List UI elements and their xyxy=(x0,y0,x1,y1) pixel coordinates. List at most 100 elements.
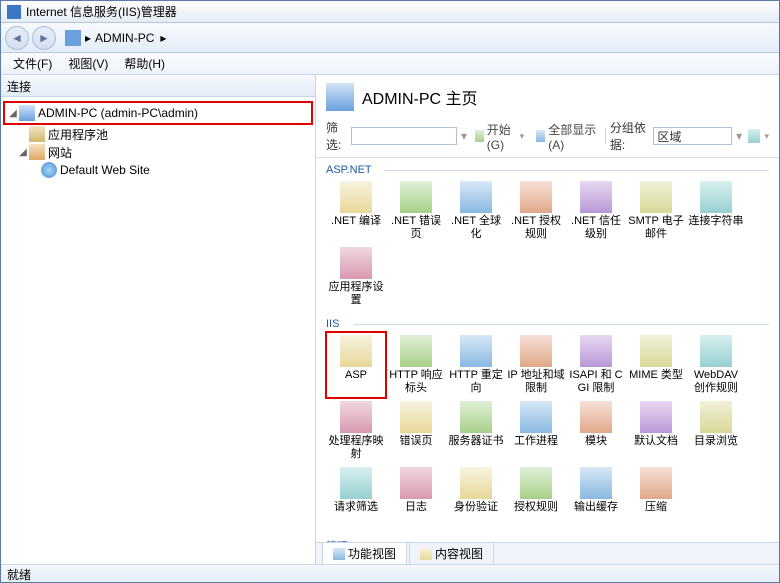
feature-item[interactable]: 默认文档 xyxy=(626,398,686,464)
feature-item[interactable]: .NET 信任级别 xyxy=(566,178,626,244)
sites-icon xyxy=(29,144,45,160)
feature-item[interactable]: HTTP 响应标头 xyxy=(386,332,446,398)
feature-icon xyxy=(520,467,552,499)
filter-label: 筛选: xyxy=(326,119,347,153)
feature-item[interactable]: 压缩 xyxy=(626,464,686,530)
tab-content-label: 内容视图 xyxy=(435,545,483,562)
feature-item[interactable]: .NET 编译 xyxy=(326,178,386,244)
feature-item[interactable]: ISAPI 和 CGI 限制 xyxy=(566,332,626,398)
feature-icon xyxy=(580,181,612,213)
server-icon xyxy=(19,105,35,121)
group-aspnet: ASP.NET .NET 编译.NET 错误页.NET 全球化.NET 授权规则… xyxy=(326,162,769,310)
feature-item[interactable]: 工作进程 xyxy=(506,398,566,464)
feature-label: HTTP 重定向 xyxy=(447,369,505,395)
feature-icon xyxy=(400,467,432,499)
groupby-select[interactable]: 区域 xyxy=(653,127,732,145)
feature-icon xyxy=(340,401,372,433)
group-iis: IIS ASPHTTP 响应标头HTTP 重定向IP 地址和域限制ISAPI 和… xyxy=(326,316,769,530)
tree-server-label: ADMIN-PC (admin-PC\admin) xyxy=(38,106,198,120)
feature-item[interactable]: 应用程序设置 xyxy=(326,244,386,310)
tab-features[interactable]: 功能视图 xyxy=(322,542,407,564)
feature-item[interactable]: 请求筛选 xyxy=(326,464,386,530)
feature-item[interactable]: ASP xyxy=(326,332,386,398)
toolbar: 筛选: ▾ 开始(G) ▾ 全部显示(A) 分组依据: 区域 ▾ ▾ xyxy=(316,117,779,158)
feature-label: .NET 信任级别 xyxy=(567,215,625,241)
status-text: 就绪 xyxy=(7,568,31,582)
feature-item[interactable]: MIME 类型 xyxy=(626,332,686,398)
feature-item[interactable]: .NET 错误页 xyxy=(386,178,446,244)
feature-item[interactable]: 目录浏览 xyxy=(686,398,746,464)
feature-item[interactable]: WebDAV 创作规则 xyxy=(686,332,746,398)
feature-icon xyxy=(580,467,612,499)
groupby-value: 区域 xyxy=(657,128,681,145)
menu-help[interactable]: 帮助(H) xyxy=(116,53,173,74)
feature-label: 输出缓存 xyxy=(574,501,618,527)
tree-server[interactable]: ◢ ADMIN-PC (admin-PC\admin) xyxy=(5,104,311,122)
breadcrumb-node: ADMIN-PC xyxy=(95,31,154,45)
feature-item[interactable]: IP 地址和域限制 xyxy=(506,332,566,398)
status-bar: 就绪 xyxy=(1,564,779,582)
feature-item[interactable]: 服务器证书 xyxy=(446,398,506,464)
back-button[interactable]: ◄ xyxy=(5,26,29,50)
feature-label: 日志 xyxy=(405,501,427,527)
tree-server-highlight: ◢ ADMIN-PC (admin-PC\admin) xyxy=(3,101,313,125)
feature-list: ASP.NET .NET 编译.NET 错误页.NET 全球化.NET 授权规则… xyxy=(316,158,779,542)
feature-item[interactable]: 模块 xyxy=(566,398,626,464)
feature-label: 模块 xyxy=(585,435,607,461)
nav-bar: ◄ ► ▸ ADMIN-PC ▸ xyxy=(1,23,779,53)
showall-button[interactable]: 全部显示(A) xyxy=(532,120,601,153)
globe-icon xyxy=(41,162,57,178)
breadcrumb[interactable]: ▸ ADMIN-PC ▸ xyxy=(65,30,166,46)
feature-item[interactable]: 授权规则 xyxy=(506,464,566,530)
tree: ◢ ADMIN-PC (admin-PC\admin) 应用程序池 ◢ 网站 D… xyxy=(1,97,315,564)
feature-item[interactable]: HTTP 重定向 xyxy=(446,332,506,398)
feature-item[interactable]: 处理程序映射 xyxy=(326,398,386,464)
feature-item[interactable]: 身份验证 xyxy=(446,464,506,530)
feature-item[interactable]: 错误页 xyxy=(386,398,446,464)
feature-icon xyxy=(700,401,732,433)
feature-label: 工作进程 xyxy=(514,435,558,461)
feature-label: 身份验证 xyxy=(454,501,498,527)
feature-label: .NET 全球化 xyxy=(447,215,505,241)
expand-icon[interactable]: ◢ xyxy=(7,108,19,119)
tree-app-pools[interactable]: 应用程序池 xyxy=(3,125,313,143)
feature-label: 请求筛选 xyxy=(334,501,378,527)
feature-item[interactable]: .NET 授权规则 xyxy=(506,178,566,244)
expand-icon[interactable]: ◢ xyxy=(17,147,29,158)
filter-input[interactable] xyxy=(351,127,457,145)
feature-label: 默认文档 xyxy=(634,435,678,461)
tab-content[interactable]: 内容视图 xyxy=(409,542,494,564)
feature-label: 连接字符串 xyxy=(689,215,744,241)
view-icon[interactable] xyxy=(748,129,760,143)
window-title: Internet 信息服务(IIS)管理器 xyxy=(26,3,177,20)
menu-view[interactable]: 视图(V) xyxy=(60,53,116,74)
go-icon xyxy=(475,130,484,142)
feature-icon xyxy=(460,335,492,367)
feature-icon xyxy=(580,401,612,433)
feature-icon xyxy=(340,467,372,499)
go-button[interactable]: 开始(G) ▾ xyxy=(471,120,528,153)
feature-label: HTTP 响应标头 xyxy=(387,369,445,395)
feature-item[interactable]: 连接字符串 xyxy=(686,178,746,244)
forward-button[interactable]: ► xyxy=(32,26,56,50)
breadcrumb-sep2: ▸ xyxy=(160,31,166,45)
feature-icon xyxy=(520,181,552,213)
connections-pane: 连接 ◢ ADMIN-PC (admin-PC\admin) 应用程序池 ◢ 网… xyxy=(1,75,316,564)
title-bar: Internet 信息服务(IIS)管理器 xyxy=(1,1,779,23)
feature-item[interactable]: 日志 xyxy=(386,464,446,530)
feature-icon xyxy=(520,401,552,433)
feature-icon xyxy=(400,335,432,367)
feature-icon xyxy=(580,335,612,367)
connections-header: 连接 xyxy=(1,75,315,97)
feature-item[interactable]: .NET 全球化 xyxy=(446,178,506,244)
feature-item[interactable]: 输出缓存 xyxy=(566,464,626,530)
feature-icon xyxy=(460,181,492,213)
menu-file[interactable]: 文件(F) xyxy=(5,53,60,74)
group-header-aspnet: ASP.NET xyxy=(326,162,769,178)
feature-label: IP 地址和域限制 xyxy=(507,369,565,395)
tree-default-site[interactable]: Default Web Site xyxy=(3,161,313,179)
showall-icon xyxy=(536,130,545,142)
feature-item[interactable]: SMTP 电子邮件 xyxy=(626,178,686,244)
feature-icon xyxy=(340,335,372,367)
tree-sites[interactable]: ◢ 网站 xyxy=(3,143,313,161)
